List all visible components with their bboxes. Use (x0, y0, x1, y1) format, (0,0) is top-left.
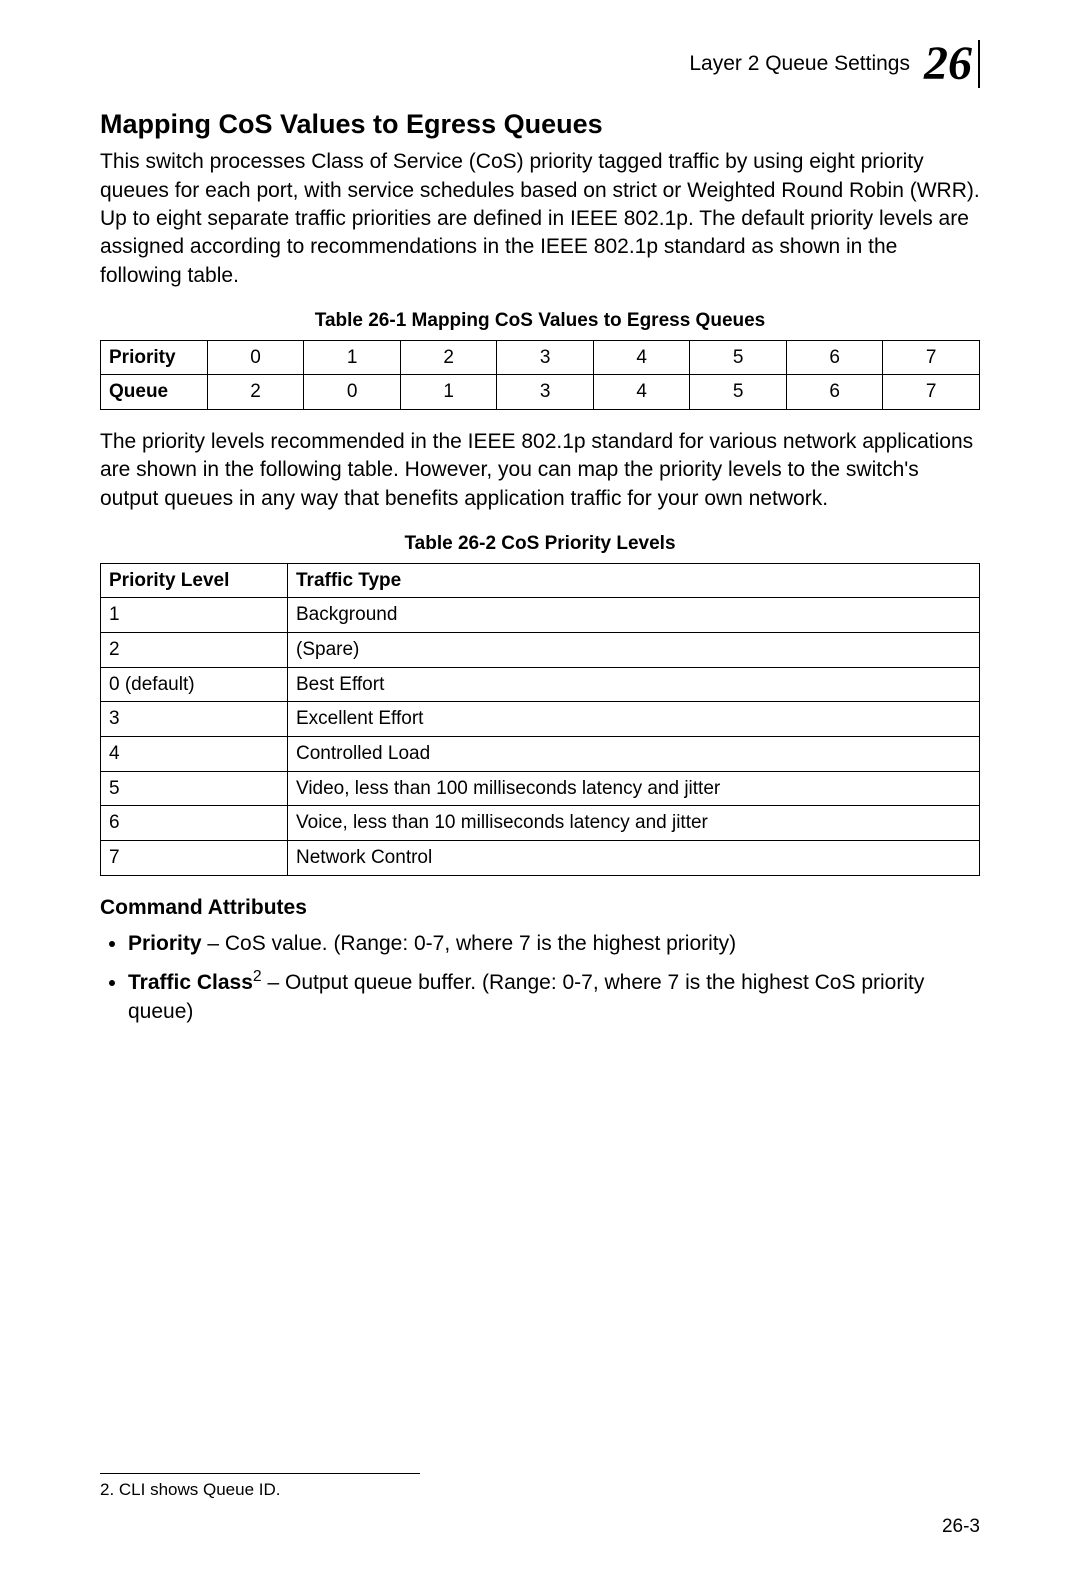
cell: 7 (101, 840, 288, 875)
table-2-caption: Table 26-2 CoS Priority Levels (100, 531, 980, 557)
command-attributes-list: Priority – CoS value. (Range: 0-7, where… (100, 930, 980, 1026)
table-row: 3Excellent Effort (101, 702, 980, 737)
list-item: Priority – CoS value. (Range: 0-7, where… (128, 930, 980, 958)
attr-priority-desc: – CoS value. (Range: 0-7, where 7 is the… (202, 932, 737, 955)
chapter-number: 26 (924, 40, 980, 88)
page-header: Layer 2 Queue Settings 26 (100, 40, 980, 88)
header-section-text: Layer 2 Queue Settings (689, 50, 910, 78)
table-row: 6Voice, less than 10 milliseconds latenc… (101, 806, 980, 841)
mid-paragraph: The priority levels recommended in the I… (100, 428, 980, 513)
cell: 2 (400, 340, 497, 375)
table-row: 1Background (101, 598, 980, 633)
footnote-rule (100, 1473, 420, 1474)
row-label-queue: Queue (101, 375, 208, 410)
table-row: Priority 0 1 2 3 4 5 6 7 (101, 340, 980, 375)
list-item: Traffic Class2 – Output queue buffer. (R… (128, 966, 980, 1026)
attr-traffic-label: Traffic Class (128, 971, 253, 994)
cell: 0 (207, 340, 304, 375)
cell: Video, less than 100 milliseconds latenc… (288, 771, 980, 806)
table-mapping: Priority 0 1 2 3 4 5 6 7 Queue 2 0 1 3 4… (100, 340, 980, 410)
page: Layer 2 Queue Settings 26 Mapping CoS Va… (0, 0, 1080, 1570)
cell: Controlled Load (288, 736, 980, 771)
cell: 1 (400, 375, 497, 410)
cell: Excellent Effort (288, 702, 980, 737)
section-title: Mapping CoS Values to Egress Queues (100, 106, 980, 142)
attr-priority-label: Priority (128, 932, 202, 955)
cell: 3 (497, 340, 594, 375)
cell: 4 (593, 375, 690, 410)
table-row: Queue 2 0 1 3 4 5 6 7 (101, 375, 980, 410)
table-row: 0 (default)Best Effort (101, 667, 980, 702)
col-priority-level: Priority Level (101, 563, 288, 598)
cell: 6 (101, 806, 288, 841)
intro-paragraph: This switch processes Class of Service (… (100, 148, 980, 290)
cell: 1 (101, 598, 288, 633)
table-row: 2(Spare) (101, 633, 980, 668)
table-row: 7Network Control (101, 840, 980, 875)
cell: 0 (304, 375, 401, 410)
table-1-caption: Table 26-1 Mapping CoS Values to Egress … (100, 308, 980, 334)
table-header-row: Priority Level Traffic Type (101, 563, 980, 598)
cell: (Spare) (288, 633, 980, 668)
cell: 7 (883, 375, 980, 410)
footnote-ref: 2 (253, 968, 262, 985)
table-row: 4Controlled Load (101, 736, 980, 771)
page-number: 26-3 (942, 1514, 980, 1540)
cell: 3 (497, 375, 594, 410)
cell: 1 (304, 340, 401, 375)
cell: 2 (101, 633, 288, 668)
cell: 5 (690, 375, 787, 410)
cell: 6 (786, 340, 883, 375)
cell: 7 (883, 340, 980, 375)
cell: Voice, less than 10 milliseconds latency… (288, 806, 980, 841)
cell: 4 (101, 736, 288, 771)
col-traffic-type: Traffic Type (288, 563, 980, 598)
cell: 3 (101, 702, 288, 737)
table-cos-levels: Priority Level Traffic Type 1Background … (100, 563, 980, 876)
cell: 5 (101, 771, 288, 806)
cell: Network Control (288, 840, 980, 875)
cell: Background (288, 598, 980, 633)
cell: 2 (207, 375, 304, 410)
footnote-text: 2. CLI shows Queue ID. (100, 1479, 280, 1502)
cell: 0 (default) (101, 667, 288, 702)
table-row: 5Video, less than 100 milliseconds laten… (101, 771, 980, 806)
cell: 5 (690, 340, 787, 375)
row-label-priority: Priority (101, 340, 208, 375)
cell: 6 (786, 375, 883, 410)
command-attributes-heading: Command Attributes (100, 894, 980, 922)
cell: 4 (593, 340, 690, 375)
cell: Best Effort (288, 667, 980, 702)
